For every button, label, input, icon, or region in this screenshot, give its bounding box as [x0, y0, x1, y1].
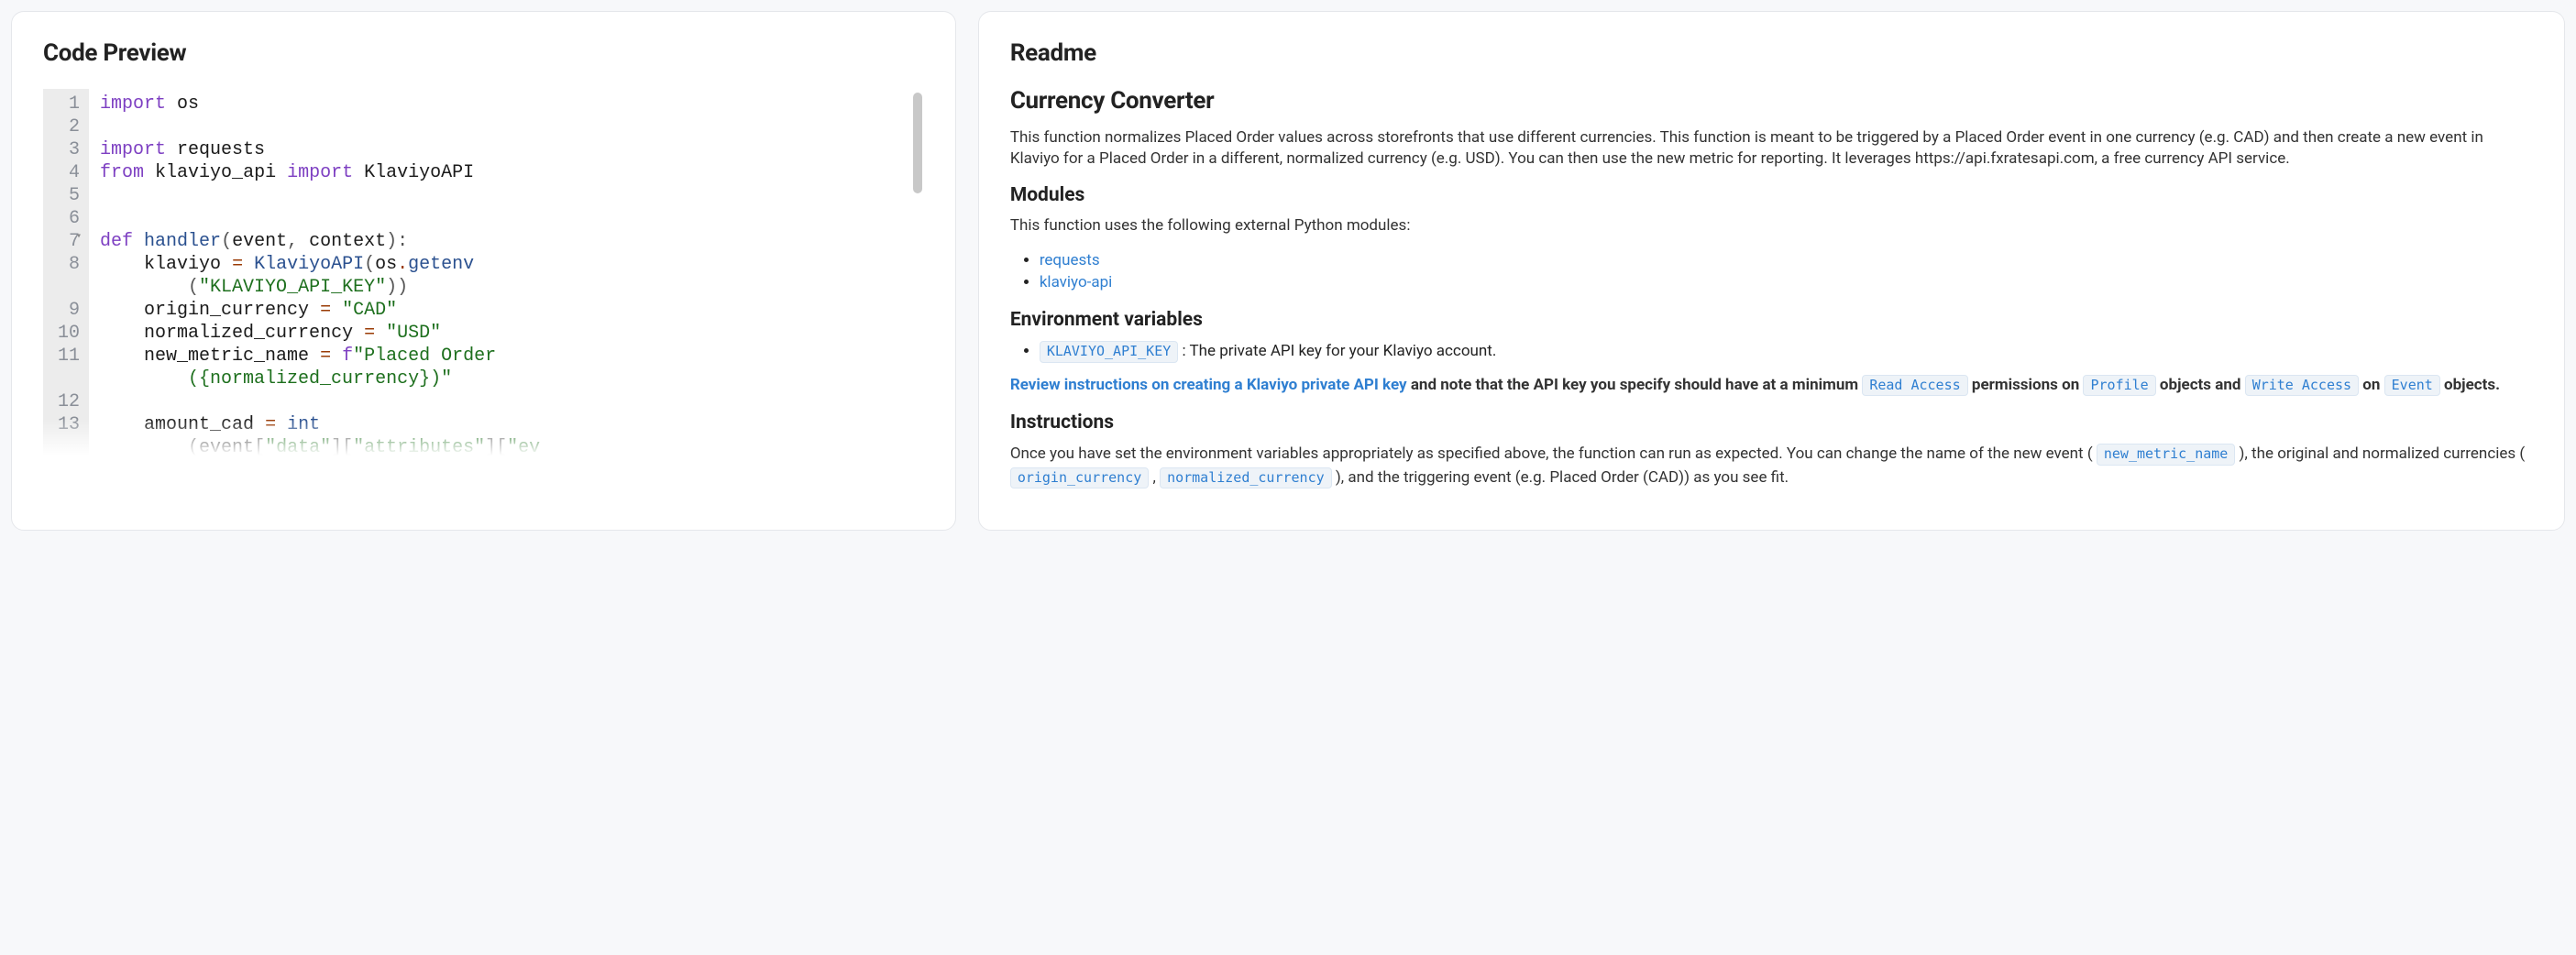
chip-read-access: Read Access: [1862, 375, 1967, 397]
gutter-line: 1: [58, 93, 80, 115]
env-heading: Environment variables: [1010, 309, 2533, 331]
code-preview-title: Code Preview: [43, 39, 924, 67]
readme-heading: Currency Converter: [1010, 87, 2533, 115]
module-link-klaviyo-api[interactable]: klaviyo-api: [1040, 273, 1112, 291]
modules-heading: Modules: [1010, 184, 2533, 206]
review-text-3: objects and: [2156, 376, 2245, 394]
chip-new-metric: new_metric_name: [2097, 444, 2235, 466]
gutter-line: 9: [58, 299, 80, 322]
code-preview-panel: Code Preview 12345678 91011 1213 import …: [11, 11, 956, 531]
gutter-line: 10: [58, 322, 80, 345]
gutter-line: 8: [58, 253, 80, 276]
chip-profile: Profile: [2083, 375, 2155, 397]
instr-text-3: ), and the triggering event (e.g. Placed…: [1332, 468, 1789, 487]
review-text-4: on: [2359, 376, 2384, 394]
gutter-line-continuation: [58, 276, 80, 299]
gutter-line-continuation: [58, 368, 80, 390]
instr-comma: ,: [1149, 468, 1160, 487]
review-text-5: objects.: [2440, 376, 2500, 394]
chip-event: Event: [2384, 375, 2440, 397]
gutter-line-continuation: [58, 436, 80, 459]
review-paragraph: Review instructions on creating a Klaviy…: [1010, 374, 2533, 398]
env-var-list: KLAVIYO_API_KEY : The private API key fo…: [1010, 340, 2533, 363]
review-text-1: and note that the API key you specify sh…: [1407, 376, 1863, 394]
env-var-item: KLAVIYO_API_KEY : The private API key fo…: [1040, 340, 2533, 363]
readme-title: Readme: [1010, 39, 2533, 67]
chip-write-access: Write Access: [2245, 375, 2359, 397]
instructions-heading: Instructions: [1010, 412, 2533, 434]
gutter-line: 6: [58, 207, 80, 230]
instructions-paragraph: Once you have set the environment variab…: [1010, 443, 2533, 489]
readme-panel: Readme Currency Converter This function …: [978, 11, 2565, 531]
chip-normalized-currency: normalized_currency: [1160, 467, 1332, 489]
gutter-line: 2: [58, 115, 80, 138]
env-var-desc: : The private API key for your Klaviyo a…: [1178, 342, 1496, 360]
scrollbar-thumb[interactable]: [913, 93, 922, 193]
instr-text-2: ), the original and normalized currencie…: [2235, 445, 2525, 463]
gutter-line: 13: [58, 413, 80, 436]
scrollbar-track[interactable]: [911, 93, 922, 465]
review-text-2: permissions on: [1968, 376, 2084, 394]
module-link-requests[interactable]: requests: [1040, 251, 1100, 269]
code-gutter: 12345678 91011 1213: [43, 89, 89, 465]
chip-origin-currency: origin_currency: [1010, 467, 1149, 489]
review-link[interactable]: Review instructions on creating a Klaviy…: [1010, 376, 1407, 394]
modules-list: requests klaviyo-api: [1010, 249, 2533, 294]
modules-intro: This function uses the following externa…: [1010, 215, 2533, 236]
env-var-chip: KLAVIYO_API_KEY: [1040, 341, 1178, 363]
gutter-line: 12: [58, 390, 80, 413]
gutter-line: 7: [58, 230, 80, 253]
gutter-line: 4: [58, 161, 80, 184]
gutter-line: 5: [58, 184, 80, 207]
code-editor[interactable]: 12345678 91011 1213 import os import req…: [43, 89, 924, 465]
instr-text-1: Once you have set the environment variab…: [1010, 445, 2097, 463]
gutter-line: 3: [58, 138, 80, 161]
readme-intro: This function normalizes Placed Order va…: [1010, 127, 2533, 170]
code-body[interactable]: import os import requests from klaviyo_a…: [89, 89, 924, 465]
gutter-line: 11: [58, 345, 80, 368]
